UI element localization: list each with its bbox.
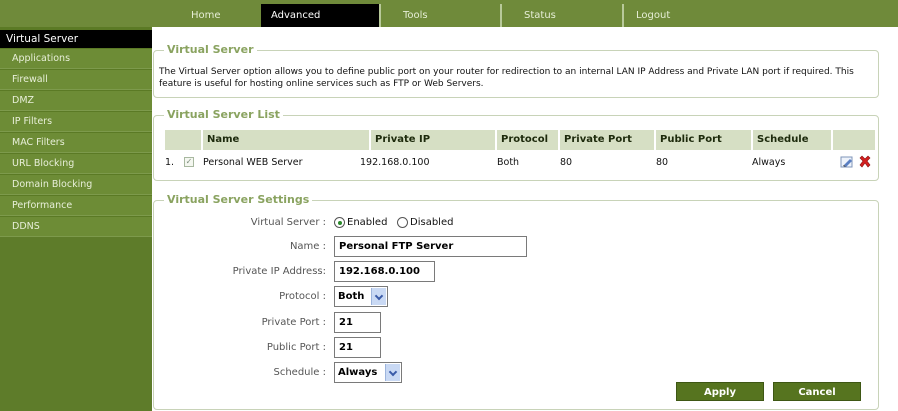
table-header: Name Private IP Protocol Private Port Pu… [165, 130, 875, 150]
protocol-value: Both [338, 291, 365, 302]
sidebar-item-url-blocking[interactable]: URL Blocking [0, 154, 152, 174]
row-name: Personal WEB Server [203, 157, 303, 168]
tab-status[interactable]: Status [500, 4, 622, 27]
tab-home[interactable]: Home [181, 4, 261, 27]
virtual-server-settings-panel: Virtual Server Settings Virtual Server :… [153, 193, 879, 410]
row-protocol: Both [497, 157, 520, 168]
tab-advanced[interactable]: Advanced [261, 4, 379, 27]
intro-description: The Virtual Server option allows you to … [159, 67, 854, 89]
sidebar-item-performance[interactable]: Performance [0, 196, 152, 216]
row-private-ip: 192.168.0.100 [360, 157, 430, 168]
disabled-label: Disabled [410, 217, 454, 228]
sidebar-item-ip-filters[interactable]: IP Filters [0, 112, 152, 132]
protocol-label: Protocol : [279, 291, 326, 302]
private-port-label: Private Port : [261, 317, 326, 328]
brand-area [0, 0, 152, 27]
row-index: 1. [165, 157, 175, 168]
list-title: Virtual Server List [164, 108, 283, 122]
settings-title: Virtual Server Settings [164, 193, 313, 207]
header-name: Name [201, 130, 369, 150]
private-port-input[interactable]: 21 [334, 312, 381, 333]
chevron-down-icon [385, 364, 400, 381]
schedule-select[interactable]: Always [334, 362, 402, 383]
header-private-ip: Private IP [369, 130, 495, 150]
disabled-radio[interactable] [397, 217, 408, 228]
header-actions [831, 130, 875, 150]
schedule-value: Always [338, 367, 378, 378]
delete-icon[interactable] [858, 155, 872, 169]
tab-tools[interactable]: Tools [379, 4, 500, 27]
header-schedule: Schedule [751, 130, 831, 150]
header-index [165, 130, 201, 150]
edit-icon[interactable] [840, 155, 854, 169]
header-private-port: Private Port [558, 130, 654, 150]
sidebar-filler [0, 237, 152, 411]
top-nav-bar: Home Advanced Tools Status Logout [0, 0, 898, 27]
intro-panel: Virtual Server The Virtual Server option… [153, 43, 879, 98]
tab-logout[interactable]: Logout [622, 4, 742, 27]
sidebar-item-dmz[interactable]: DMZ [0, 91, 152, 111]
enabled-radio[interactable] [334, 217, 345, 228]
sidebar: Virtual Server Applications Firewall DMZ… [0, 27, 152, 411]
apply-button[interactable]: Apply [676, 382, 764, 401]
virtual-server-label: Virtual Server : [250, 217, 326, 228]
row-schedule: Always [752, 157, 786, 168]
sidebar-item-applications[interactable]: Applications [0, 49, 152, 69]
private-ip-label: Private IP Address: [232, 266, 326, 277]
row-public-port: 80 [656, 157, 669, 168]
sidebar-item-mac-filters[interactable]: MAC Filters [0, 133, 152, 153]
chevron-down-icon [371, 288, 386, 305]
sidebar-item-domain-blocking[interactable]: Domain Blocking [0, 175, 152, 195]
row-enabled-checkbox[interactable]: ✓ [184, 157, 194, 167]
header-protocol: Protocol [495, 130, 558, 150]
intro-title: Virtual Server [164, 43, 257, 57]
sidebar-item-virtual-server[interactable]: Virtual Server [0, 30, 152, 48]
enabled-label: Enabled [347, 217, 388, 228]
name-label: Name : [289, 241, 326, 252]
sidebar-item-ddns[interactable]: DDNS [0, 217, 152, 237]
public-port-label: Public Port : [266, 342, 326, 353]
public-port-input[interactable]: 21 [334, 337, 381, 358]
virtual-server-list-panel: Virtual Server List Name Private IP Prot… [153, 108, 879, 181]
protocol-select[interactable]: Both [334, 286, 388, 307]
sidebar-item-firewall[interactable]: Firewall [0, 70, 152, 90]
private-ip-input[interactable]: 192.168.0.100 [334, 261, 435, 282]
cancel-button[interactable]: Cancel [773, 382, 861, 401]
schedule-label: Schedule : [273, 367, 327, 378]
header-public-port: Public Port [654, 130, 751, 150]
row-private-port: 80 [560, 157, 573, 168]
name-input[interactable]: Personal FTP Server [334, 236, 527, 257]
